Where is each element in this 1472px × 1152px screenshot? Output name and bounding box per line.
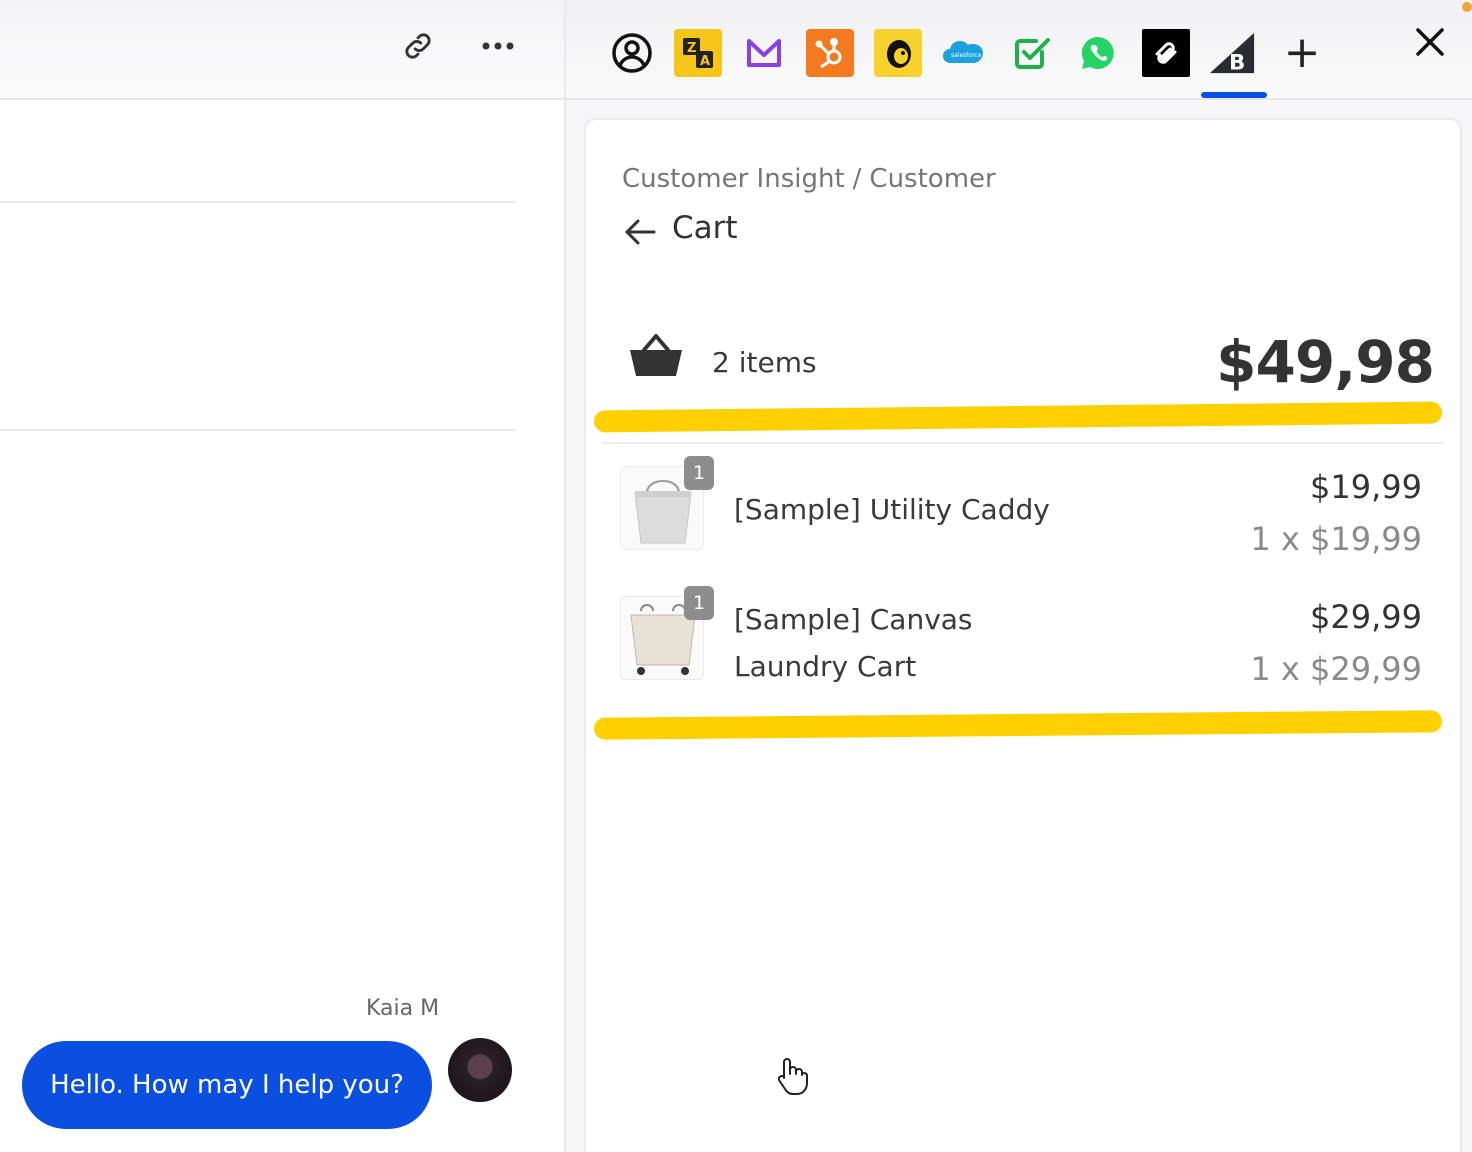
breadcrumb-parent[interactable]: Customer Insight [622, 164, 845, 194]
notification-dot [1462, 2, 1472, 12]
breadcrumb-separator: / [852, 164, 862, 194]
product-name-line: [Sample] Canvas [734, 603, 973, 636]
hubspot-icon[interactable] [806, 29, 854, 77]
breadcrumb-current[interactable]: Customer [869, 164, 995, 194]
svg-text:B: B [1229, 49, 1245, 74]
divider [0, 429, 515, 431]
quantity-badge: 1 [684, 586, 714, 620]
highlight-annotation [593, 401, 1443, 433]
add-app-button[interactable]: + [1278, 29, 1326, 77]
app-root: Kaia M Hello. How may I help you? Z A sa… [0, 0, 1472, 1152]
contact-icon[interactable] [608, 29, 656, 77]
task-check-icon[interactable] [1008, 29, 1056, 77]
breadcrumb: Customer Insight / Customer [622, 164, 996, 194]
bigcommerce-icon[interactable]: B [1208, 29, 1256, 77]
mailchimp-icon[interactable] [874, 29, 922, 77]
product-unit-price: 1 x $19,99 [1250, 520, 1422, 558]
svg-text:salesforce: salesforce [951, 52, 982, 59]
quantity-badge: 1 [684, 456, 714, 490]
list-item[interactable]: 1 [Sample] Canvas Laundry Cart $29,99 1 … [586, 586, 1464, 706]
divider [602, 442, 1444, 444]
chat-message-bubble: Hello. How may I help you? [22, 1041, 432, 1129]
cart-items-count: 2 items [712, 346, 817, 379]
chat-panel: Kaia M Hello. How may I help you? [0, 0, 566, 1152]
link-icon[interactable] [396, 24, 440, 68]
highlight-annotation [593, 710, 1443, 740]
integrations-panel: Z A salesforce B + Customer Insight / Cu… [566, 0, 1472, 1152]
agent-name: Kaia M [366, 996, 440, 1021]
chat-header [0, 0, 564, 100]
hand-cursor-icon [774, 1056, 810, 1096]
back-arrow-icon[interactable] [624, 214, 660, 250]
divider [0, 201, 515, 203]
zendesk-translate-icon[interactable]: Z A [674, 29, 722, 77]
product-unit-price: 1 x $29,99 [1250, 650, 1422, 688]
svg-text:A: A [700, 54, 710, 69]
list-item[interactable]: 1 [Sample] Utility Caddy $19,99 1 x $19,… [586, 456, 1464, 576]
svg-text:Z: Z [687, 41, 696, 56]
cart-total: $49,98 [1216, 328, 1435, 396]
avatar [448, 1038, 512, 1102]
more-icon[interactable] [476, 24, 520, 68]
active-app-indicator [1201, 92, 1267, 98]
whatsapp-icon[interactable] [1074, 29, 1122, 77]
product-name-line: Laundry Cart [734, 650, 917, 683]
mailbox-icon[interactable] [740, 29, 788, 77]
salesforce-icon[interactable]: salesforce [940, 29, 988, 77]
product-name[interactable]: [Sample] Canvas Laundry Cart [734, 596, 973, 690]
squarespace-icon[interactable] [1142, 29, 1190, 77]
page-title: Cart [672, 210, 738, 246]
product-price: $19,99 [1310, 468, 1422, 506]
cart-card: Customer Insight / Customer Cart 2 items $… [584, 118, 1462, 1152]
app-toolbar: Z A salesforce B + [566, 0, 1472, 100]
product-price: $29,99 [1310, 598, 1422, 636]
basket-icon [628, 332, 684, 380]
chat-message-text: Hello. How may I help you? [50, 1070, 404, 1100]
close-icon[interactable] [1408, 20, 1452, 64]
product-name[interactable]: [Sample] Utility Caddy [734, 486, 1050, 533]
add-label: + [1283, 27, 1321, 78]
